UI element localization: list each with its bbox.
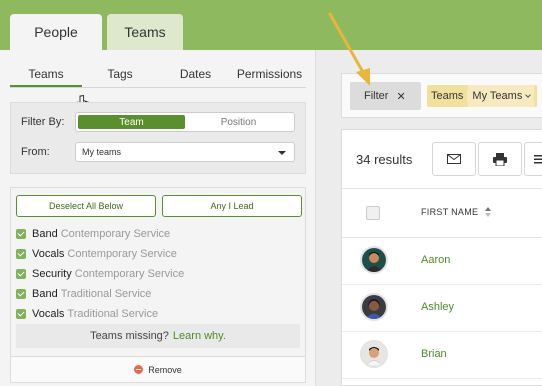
team-service: Contemporary Service [60,228,171,240]
team-name: Band [32,228,58,240]
more-icon [534,155,542,164]
filter-by-box: Filter By: Team Position From: My teams [10,102,306,174]
chevron-down-icon [525,91,532,98]
checkbox-checked-icon[interactable] [16,269,26,279]
team-name: Band [32,288,58,300]
annotation-arrow [328,12,370,86]
avatar [360,246,388,274]
select-all-checkbox[interactable] [366,206,380,220]
team-service: Contemporary Service [74,268,185,280]
filter-by-label: Filter By: [21,116,65,128]
teams-missing-note: Teams missing? Learn why. [16,324,300,348]
team-item[interactable]: Band Contemporary Service [16,225,170,243]
left-panel: Teams Tags Dates Permissions Filter By: … [0,50,316,386]
remove-icon [134,365,144,374]
team-service: Traditional Service [67,308,159,320]
from-label: From: [21,146,50,158]
any-i-lead-button[interactable]: Any I Lead [162,195,302,217]
deselect-all-button[interactable]: Deselect All Below [16,195,156,217]
chip-value: My Teams [468,85,535,107]
more-button[interactable] [524,142,542,176]
filter-label: Filter [364,90,389,102]
team-service: Contemporary Service [67,248,177,260]
team-item[interactable]: Band Traditional Service [16,285,151,303]
mail-icon [447,154,461,164]
remove-label: Remove [148,364,182,375]
chip-value-text: My Teams [472,90,523,102]
teams-list-box: Deselect All Below Any I Lead Band Conte… [10,187,306,383]
subtab-tags[interactable]: Tags [82,62,158,87]
team-item[interactable]: Vocals Contemporary Service [16,245,177,263]
filter-option-position[interactable]: Position [185,115,292,129]
chip-key: Teams [427,90,469,102]
team-name: Vocals [32,308,65,320]
filter-subtabs: Teams Tags Dates Permissions [10,62,306,88]
table-row[interactable]: Ashley [342,285,542,332]
checkbox-checked-icon[interactable] [16,249,26,259]
remove-button[interactable]: Remove [11,356,305,382]
teams-filter-chip[interactable]: Teams My Teams [427,85,537,107]
team-item[interactable]: Security Contemporary Service [16,265,184,283]
checkbox-checked-icon[interactable] [16,289,26,299]
team-item[interactable]: Vocals Traditional Service [16,305,158,323]
checkbox-checked-icon[interactable] [16,309,26,319]
print-button[interactable] [478,142,522,176]
sort-icon[interactable] [485,207,491,217]
subtab-teams[interactable]: Teams [10,62,82,87]
filter-by-toggle: Team Position [75,112,295,132]
first-name-link[interactable]: Brian [421,348,447,360]
team-service: Traditional Service [60,288,152,300]
results-panel: 34 results FIRST NAME Aaron Ashley Brian [341,129,542,386]
column-first-name[interactable]: FIRST NAME [421,207,478,217]
teams-missing-text: Teams missing? [90,330,169,342]
table-row[interactable]: Aaron [342,238,542,285]
team-name: Vocals [32,248,65,260]
print-icon [493,152,507,166]
avatar [360,340,388,368]
results-count: 34 results [356,152,413,167]
tab-people[interactable]: People [10,14,102,50]
table-header: FIRST NAME [342,188,542,238]
email-button[interactable] [432,142,476,176]
learn-why-link[interactable]: Learn why. [173,330,226,342]
first-name-link[interactable]: Aaron [421,254,450,266]
from-select-value: My teams [82,147,122,157]
subtab-permissions[interactable]: Permissions [233,62,306,87]
from-select[interactable]: My teams [75,142,295,162]
checkbox-checked-icon[interactable] [16,229,26,239]
close-icon[interactable]: ✕ [396,90,405,103]
tab-teams[interactable]: Teams [107,14,183,50]
table-row[interactable]: Brian [342,332,542,379]
filter-option-team[interactable]: Team [78,115,185,129]
team-name: Security [32,268,72,280]
first-name-link[interactable]: Ashley [421,301,454,313]
avatar [360,293,388,321]
caret-down-icon [278,151,286,155]
subtab-dates[interactable]: Dates [158,62,233,87]
